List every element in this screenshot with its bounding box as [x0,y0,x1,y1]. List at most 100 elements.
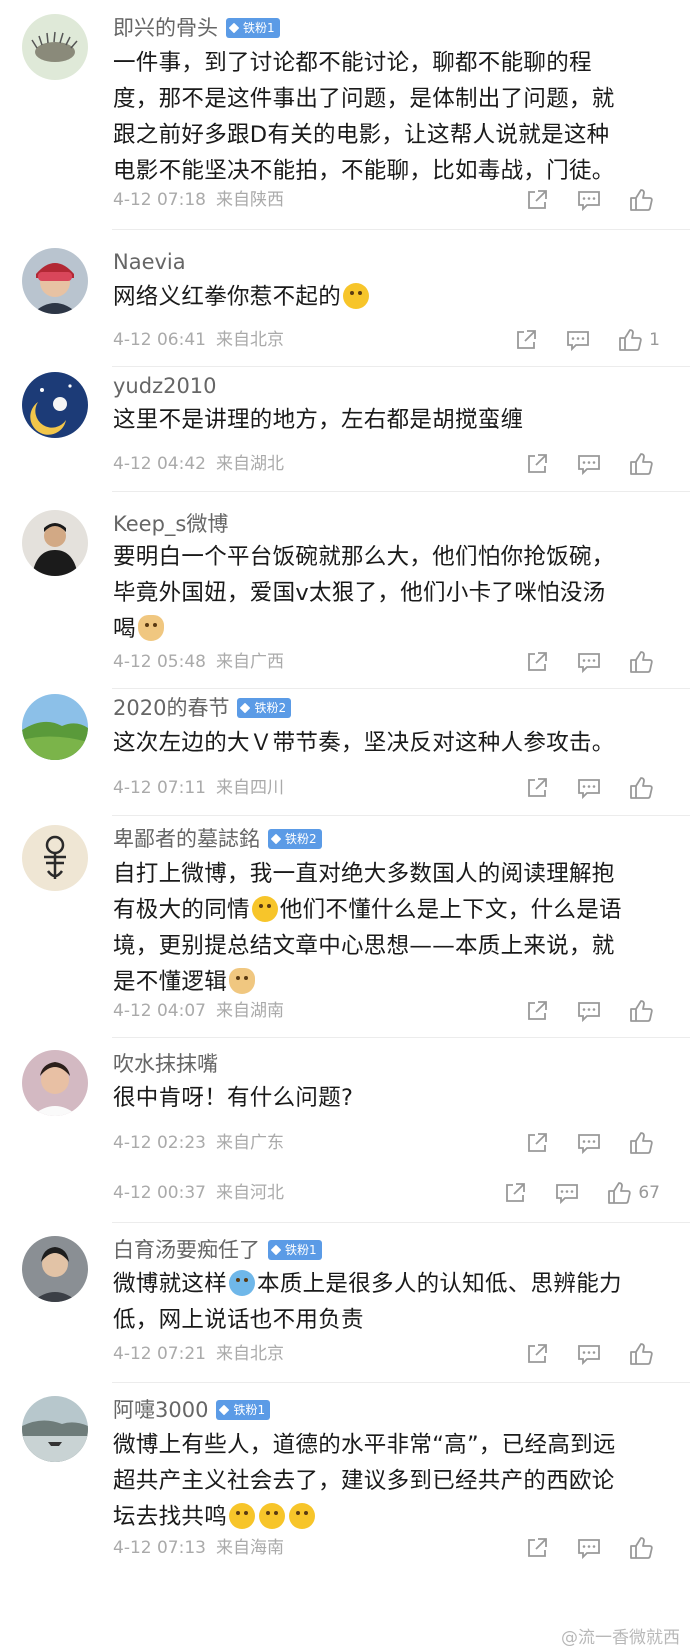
comment-text: 微博上有些人，道德的水平非常“高”，已经高到远 超共产主义社会去了，建议多到已经… [113,1427,650,1535]
comment-icon [567,331,590,352]
like-button[interactable] [628,1341,660,1367]
comment-line-text: 他们不懂什么是上下文，什么是语 [279,897,622,923]
username-text[interactable]: Naevia [113,248,186,276]
like-button[interactable] [628,451,660,477]
reply-button[interactable] [576,451,602,477]
comment-line-text: 喝 [113,616,136,642]
share-button[interactable] [524,187,550,213]
like-button[interactable] [628,998,660,1024]
comment-line: 微博就这样 本质上是很多人的认知低、思辨能力 [113,1266,650,1302]
like-button[interactable]: 1 [617,327,660,353]
comment-text: 很中肯呀！有什么问题? [113,1080,650,1116]
avatar[interactable] [22,1396,88,1462]
location: 来自陕西 [215,190,284,210]
like-button[interactable]: 67 [606,1180,660,1206]
comment-line: 这次左边的大Ｖ带节奏，坚决反对这种人参攻击。 [113,730,615,756]
share-icon [528,778,547,797]
username[interactable]: yudz2010 [113,372,217,400]
badge-label: 铁粉1 [243,21,275,35]
comment-text: 自打上微博，我一直对绝大多数国人的阅读理解抱 有极大的同情 他们不懂什么是上下文，… [113,856,650,1000]
comment-text: 要明白一个平台饭碗就那么大，他们怕你抢饭碗， 毕竟外国妞，爱国v太狠了，他们小卡… [113,539,650,647]
share-button[interactable] [524,1535,550,1561]
username[interactable]: Keep_s微博 [113,510,228,538]
avatar[interactable] [22,1236,88,1302]
like-button[interactable] [628,1535,660,1561]
comment-line: 要明白一个平台饭碗就那么大，他们怕你抢饭碗， [113,544,615,570]
comment-icon [578,779,600,800]
timestamp: 4-12 05:48 [113,652,206,672]
thumbs-up-icon [608,1182,632,1204]
share-button[interactable] [524,775,550,801]
avatar[interactable] [22,372,88,438]
fan-badge: 铁粉1 [226,18,280,38]
username[interactable]: 2020的春节 铁粉2 [113,694,292,722]
username-text[interactable]: 即兴的骨头 [113,14,218,42]
username[interactable]: 阿嚏3000 铁粉1 [113,1396,271,1424]
username-text[interactable]: 白育汤要痴任了 [113,1236,260,1264]
avatar[interactable] [22,248,88,314]
thumbs-up-icon [630,1132,653,1154]
username-text[interactable]: 阿嚏3000 [113,1396,208,1424]
timestamp: 4-12 07:11 [113,778,206,798]
like-button[interactable] [628,187,660,213]
comment-line: 境，更别提总结文章中心思想——本质上来说，就 [113,933,615,959]
username[interactable]: 白育汤要痴任了 铁粉1 [113,1236,322,1264]
reply-button[interactable] [576,187,602,213]
comment-icon [556,1184,579,1205]
reply-button[interactable] [576,1535,602,1561]
username-text[interactable]: 吹水抹抹嘴 [113,1050,218,1078]
divider [112,229,690,230]
share-button[interactable] [524,649,550,675]
share-button[interactable] [524,998,550,1024]
share-button[interactable] [513,327,539,353]
timestamp: 4-12 04:42 [113,454,206,474]
username-text[interactable]: yudz2010 [113,372,217,400]
username[interactable]: 吹水抹抹嘴 [113,1050,218,1078]
reply-button[interactable] [576,998,602,1024]
reply-button[interactable] [576,649,602,675]
divider [112,1382,690,1383]
avatar[interactable] [22,1050,88,1116]
reply-button[interactable] [576,1341,602,1367]
avatar[interactable] [22,694,88,760]
thumbs-up-icon [630,777,653,799]
comment-meta: 4-12 05:48 来自广西 [113,650,284,674]
avatar[interactable] [22,825,88,891]
reply-button[interactable] [554,1180,580,1206]
doge-emoji-icon [137,615,164,641]
comment-meta: 4-12 06:41 来自北京 [113,328,284,352]
username[interactable]: 即兴的骨头 铁粉1 [113,14,280,42]
username-text[interactable]: 2020的春节 [113,694,229,722]
divider [112,491,690,492]
grinning-emoji-icon [259,1503,286,1529]
laughing-crying-emoji-icon [343,283,370,309]
comment-meta: 4-12 07:13 来自海南 [113,1536,284,1560]
share-button[interactable] [502,1180,528,1206]
comment-line: 有极大的同情 他们不懂什么是上下文，什么是语 [113,892,650,928]
username[interactable]: 卑鄙者的墓誌銘 铁粉2 [113,825,322,853]
comment-icon [578,455,600,476]
like-button[interactable] [628,649,660,675]
location: 来自湖北 [215,454,284,474]
share-button[interactable] [524,1341,550,1367]
grinning-emoji-icon [289,1503,316,1529]
comment-text: 这里不是讲理的地方，左右都是胡搅蛮缠 [113,402,650,438]
like-button[interactable] [628,1130,660,1156]
reply-button[interactable] [576,775,602,801]
share-button[interactable] [524,451,550,477]
divider [112,815,690,816]
username[interactable]: Naevia [113,248,186,276]
like-button[interactable] [628,775,660,801]
avatar[interactable] [22,510,88,576]
share-button[interactable] [524,1130,550,1156]
badge-label: 铁粉1 [233,1403,266,1417]
avatar[interactable] [22,14,88,80]
username-text[interactable]: 卑鄙者的墓誌銘 [113,825,260,853]
reply-button[interactable] [565,327,591,353]
fan-badge: 铁粉2 [268,829,322,849]
username-text[interactable]: Keep_s微博 [113,510,228,538]
comment-line: 跟之前好多跟D有关的电影，让这帮人说就是这种 [113,122,610,148]
timestamp: 4-12 02:23 [113,1133,206,1153]
comment-line: 是不懂逻辑 [113,964,650,1000]
reply-button[interactable] [576,1130,602,1156]
